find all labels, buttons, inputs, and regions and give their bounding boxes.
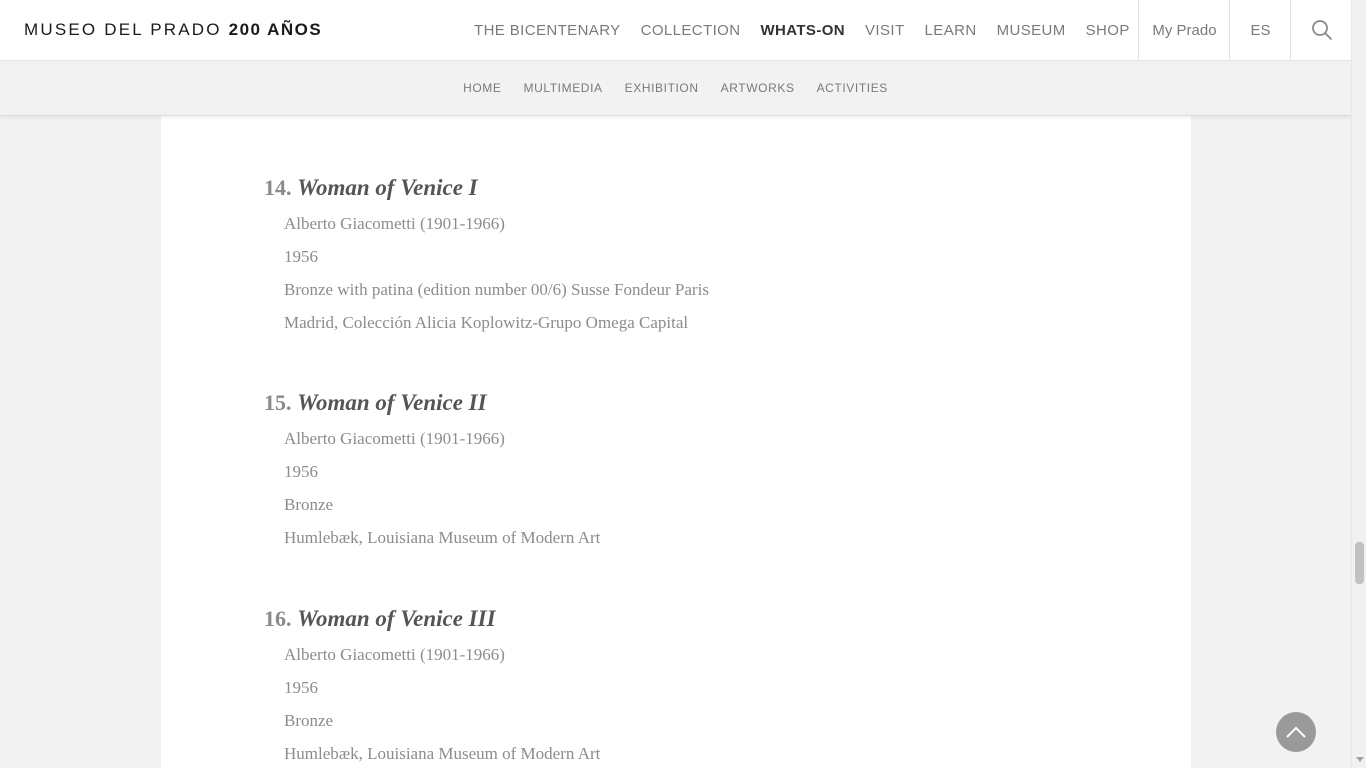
- artwork-number: 15.: [264, 390, 292, 415]
- search-button[interactable]: [1290, 0, 1352, 60]
- sub-nav: HOME MULTIMEDIA EXHIBITION ARTWORKS ACTI…: [0, 61, 1351, 116]
- my-prado-link[interactable]: My Prado: [1138, 0, 1230, 60]
- artwork-date: 1956: [284, 678, 318, 697]
- artwork-date: 1956: [284, 462, 318, 481]
- scroll-down-arrow-icon[interactable]: [1356, 757, 1364, 762]
- artwork-collection: Madrid, Colección Alicia Koplowitz-Grupo…: [284, 313, 689, 332]
- artwork-artist: Alberto Giacometti (1901-1966): [284, 429, 505, 448]
- page: g 14. Woman of Venice I Alberto Giacomet…: [0, 0, 1366, 768]
- artwork-name: Woman of Venice III: [297, 606, 496, 631]
- sub-nav-home[interactable]: HOME: [452, 81, 512, 95]
- search-icon: [1311, 20, 1332, 40]
- artwork-name: Woman of Venice I: [297, 175, 478, 200]
- artwork-title: 14. Woman of Venice I: [264, 175, 1164, 207]
- artwork-number: 14.: [264, 175, 292, 200]
- chevron-up-icon: [1286, 726, 1306, 738]
- page-scrollbar[interactable]: [1351, 0, 1366, 768]
- nav-item-collection[interactable]: COLLECTION: [631, 22, 751, 39]
- artwork-number: 16.: [264, 606, 292, 631]
- sub-nav-multimedia[interactable]: MULTIMEDIA: [513, 81, 614, 95]
- artwork-entry: 14. Woman of Venice I Alberto Giacometti…: [264, 175, 1164, 339]
- site-header: MUSEO DEL PRADO 200 AÑOS THE BICENTENARY…: [0, 0, 1351, 61]
- artwork-title: 15. Woman of Venice II: [264, 390, 1164, 422]
- artwork-medium: Bronze: [284, 711, 334, 730]
- artwork-artist: Alberto Giacometti (1901-1966): [284, 645, 505, 664]
- nav-item-visit[interactable]: VISIT: [855, 22, 915, 39]
- main-nav: THE BICENTENARY COLLECTION WHATS-ON VISI…: [464, 0, 1140, 60]
- artwork-collection: Humlebæk, Louisiana Museum of Modern Art: [284, 744, 601, 763]
- artwork-name: Woman of Venice II: [297, 390, 487, 415]
- logo-bold-text: 200 AÑOS: [228, 20, 323, 39]
- sub-nav-exhibition[interactable]: EXHIBITION: [614, 81, 710, 95]
- artwork-title: 16. Woman of Venice III: [264, 606, 1164, 638]
- artwork-entry: 16. Woman of Venice III Alberto Giacomet…: [264, 606, 1164, 768]
- artwork-medium: Bronze with patina (edition number 00/6)…: [284, 280, 709, 299]
- site-logo[interactable]: MUSEO DEL PRADO 200 AÑOS: [24, 20, 322, 40]
- nav-item-learn[interactable]: LEARN: [915, 22, 987, 39]
- logo-text: MUSEO DEL PRADO: [24, 20, 222, 39]
- nav-item-shop[interactable]: SHOP: [1076, 22, 1140, 39]
- back-to-top-button[interactable]: [1276, 712, 1316, 752]
- artwork-artist: Alberto Giacometti (1901-1966): [284, 214, 505, 233]
- nav-item-whats-on[interactable]: WHATS-ON: [750, 22, 855, 39]
- nav-item-bicentenary[interactable]: THE BICENTENARY: [464, 22, 631, 39]
- language-switch[interactable]: ES: [1229, 0, 1291, 60]
- sub-nav-activities[interactable]: ACTIVITIES: [806, 81, 899, 95]
- artwork-medium: Bronze: [284, 495, 334, 514]
- sub-nav-artworks[interactable]: ARTWORKS: [710, 81, 806, 95]
- nav-item-museum[interactable]: MUSEUM: [987, 22, 1076, 39]
- scrollbar-thumb[interactable]: [1355, 542, 1364, 584]
- artwork-date: 1956: [284, 247, 318, 266]
- artwork-entry: 15. Woman of Venice II Alberto Giacomett…: [264, 390, 1164, 554]
- artwork-collection: Humlebæk, Louisiana Museum of Modern Art: [284, 528, 601, 547]
